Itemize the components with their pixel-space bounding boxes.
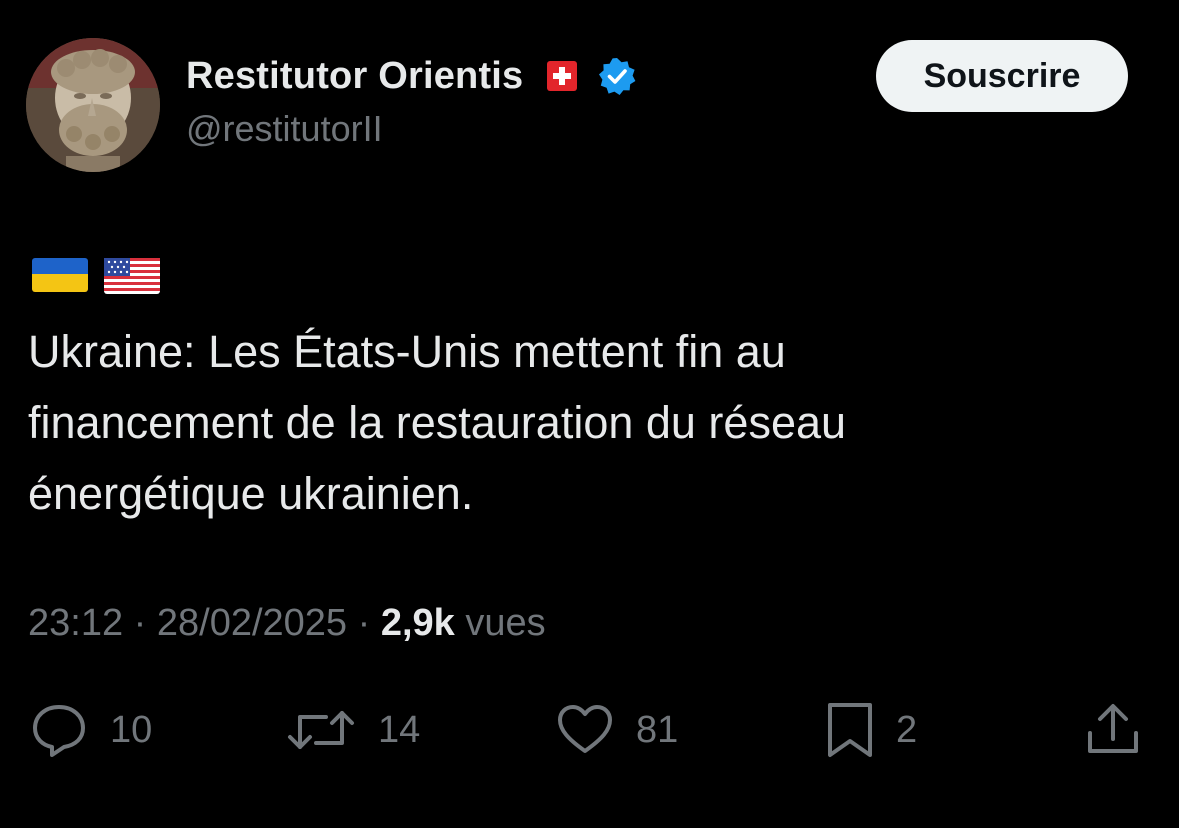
ukraine-flag-icon bbox=[32, 256, 88, 296]
tweet: Restitutor Orientis @restitutorII Souscr… bbox=[0, 0, 1179, 828]
bookmark-icon bbox=[826, 701, 874, 759]
display-name[interactable]: Restitutor Orientis bbox=[186, 55, 523, 98]
views-label: vues bbox=[465, 602, 546, 644]
tweet-text: Ukraine: Les États-Unis mettent fin au f… bbox=[28, 326, 847, 519]
author-name-row: Restitutor Orientis bbox=[186, 52, 637, 100]
tweet-time[interactable]: 23:12 bbox=[28, 602, 123, 644]
reply-button[interactable]: 10 bbox=[30, 700, 152, 760]
bookmark-button[interactable]: 2 bbox=[826, 700, 917, 760]
bookmark-count: 2 bbox=[896, 708, 918, 751]
heart-icon bbox=[556, 701, 614, 759]
share-button[interactable] bbox=[1084, 700, 1142, 760]
swiss-flag-icon bbox=[547, 61, 578, 91]
repost-count: 14 bbox=[378, 708, 421, 751]
meta-separator: · bbox=[133, 602, 147, 644]
marble-bust-avatar-icon bbox=[26, 38, 160, 172]
tweet-date[interactable]: 28/02/2025 bbox=[157, 602, 347, 644]
share-icon bbox=[1084, 701, 1142, 759]
repost-icon bbox=[286, 701, 356, 759]
tweet-meta: 23:12 · 28/02/2025 · 2,9k vues bbox=[28, 602, 546, 645]
flag-emoji-row bbox=[32, 256, 160, 296]
author-handle[interactable]: @restitutorII bbox=[186, 108, 383, 150]
subscribe-button[interactable]: Souscrire bbox=[876, 40, 1128, 112]
tweet-actions: 10 14 81 2 bbox=[0, 700, 1179, 760]
reply-count: 10 bbox=[110, 708, 153, 751]
meta-separator: · bbox=[357, 602, 371, 644]
avatar[interactable] bbox=[26, 38, 160, 172]
like-count: 81 bbox=[636, 708, 679, 751]
repost-button[interactable]: 14 bbox=[286, 700, 420, 760]
verified-badge-icon bbox=[597, 56, 637, 96]
like-button[interactable]: 81 bbox=[556, 700, 678, 760]
reply-icon bbox=[30, 701, 88, 759]
views-count: 2,9k bbox=[380, 602, 455, 644]
usa-flag-icon bbox=[104, 256, 160, 296]
